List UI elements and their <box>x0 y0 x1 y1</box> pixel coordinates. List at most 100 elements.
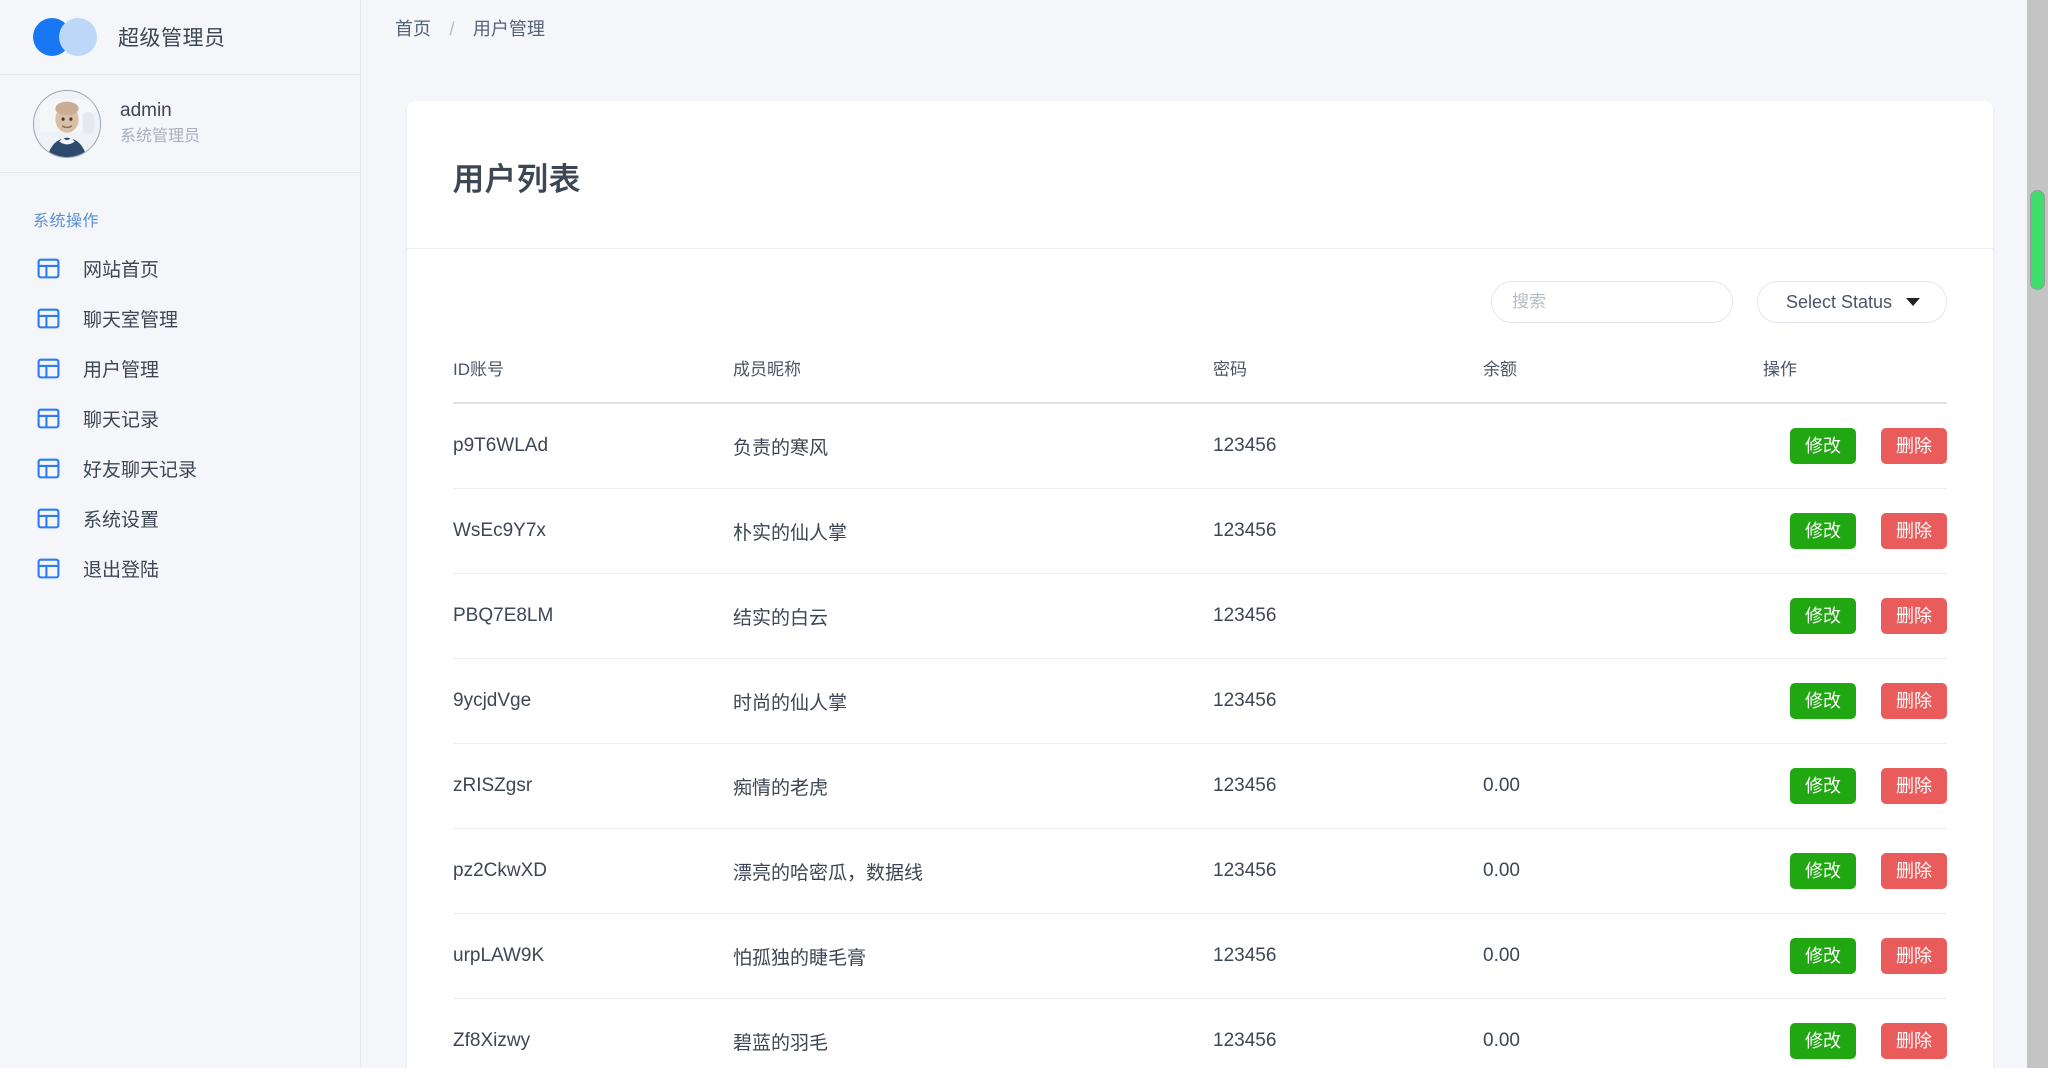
user-avatar-photo-icon <box>34 90 100 157</box>
table-row: 9ycjdVge 时尚的仙人掌 123456 修改 删除 <box>453 658 1947 744</box>
edit-button[interactable]: 修改 <box>1790 853 1856 889</box>
sidebar-item-user-management[interactable]: 用户管理 <box>0 343 360 393</box>
cell-balance: 0.00 <box>1483 913 1763 999</box>
cell-id: zRISZgsr <box>453 743 733 829</box>
cell-id: PBQ7E8LM <box>453 573 733 659</box>
layout-panel-icon <box>37 508 60 528</box>
cell-balance: 0.00 <box>1483 743 1763 829</box>
cell-nickname: 怕孤独的睫毛膏 <box>733 913 1213 999</box>
cell-password: 123456 <box>1213 998 1483 1068</box>
search-input[interactable] <box>1491 281 1733 323</box>
row-action-group: 修改 删除 <box>1763 768 1947 804</box>
edit-button[interactable]: 修改 <box>1790 938 1856 974</box>
cell-balance <box>1483 488 1763 574</box>
sidebar-item-logout[interactable]: 退出登陆 <box>0 543 360 593</box>
sidebar-item-label: 用户管理 <box>83 359 160 381</box>
layout-panel-icon <box>37 458 60 478</box>
cell-actions: 修改 删除 <box>1763 488 1947 574</box>
table-body: p9T6WLAd 负责的寒风 123456 修改 删除 WsEc9Y7x 朴实的仙人掌 123… <box>453 403 1947 1068</box>
profile-name: admin <box>120 99 172 121</box>
edit-button[interactable]: 修改 <box>1790 598 1856 634</box>
main-area: 首页 / 用户管理 用户列表 Select Status <box>361 0 2048 1068</box>
sidebar-item-label: 网站首页 <box>83 259 160 281</box>
table-row: Zf8Xizwy 碧蓝的羽毛 123456 0.00 修改 删除 <box>453 998 1947 1068</box>
row-action-group: 修改 删除 <box>1763 1023 1947 1059</box>
cell-id: p9T6WLAd <box>453 403 733 489</box>
sidebar-item-friend-chat-records[interactable]: 好友聊天记录 <box>0 443 360 493</box>
delete-button[interactable]: 删除 <box>1881 853 1947 889</box>
cell-nickname: 朴实的仙人掌 <box>733 488 1213 574</box>
cell-id: 9ycjdVge <box>453 658 733 744</box>
cell-actions: 修改 删除 <box>1763 828 1947 914</box>
row-action-group: 修改 删除 <box>1763 853 1947 889</box>
delete-button[interactable]: 删除 <box>1881 1023 1947 1059</box>
column-header-id: ID账号 <box>453 347 733 404</box>
cell-balance <box>1483 403 1763 489</box>
sidebar-item-chatroom-management[interactable]: 聊天室管理 <box>0 293 360 343</box>
cell-password: 123456 <box>1213 403 1483 489</box>
table-header-row: ID账号 成员昵称 密码 余额 操作 <box>453 347 1947 404</box>
cell-id: urpLAW9K <box>453 913 733 999</box>
edit-button[interactable]: 修改 <box>1790 683 1856 719</box>
column-header-nickname: 成员昵称 <box>733 347 1213 404</box>
delete-button[interactable]: 删除 <box>1881 598 1947 634</box>
column-header-balance: 余额 <box>1483 347 1763 404</box>
sidebar-item-chat-records[interactable]: 聊天记录 <box>0 393 360 443</box>
cell-balance <box>1483 573 1763 659</box>
table-row: p9T6WLAd 负责的寒风 123456 修改 删除 <box>453 403 1947 489</box>
layout-panel-icon <box>37 408 60 428</box>
user-profile[interactable]: admin 系统管理员 <box>0 75 360 173</box>
delete-button[interactable]: 删除 <box>1881 428 1947 464</box>
status-filter-select[interactable]: Select Status <box>1757 281 1947 323</box>
breadcrumb-home[interactable]: 首页 <box>395 19 431 39</box>
row-action-group: 修改 删除 <box>1763 513 1947 549</box>
breadcrumb-separator: / <box>449 19 455 39</box>
brand-header[interactable]: 超级管理员 <box>0 0 360 75</box>
cell-actions: 修改 删除 <box>1763 658 1947 744</box>
cell-balance: 0.00 <box>1483 998 1763 1068</box>
table-toolbar: Select Status <box>407 249 1993 347</box>
breadcrumb: 首页 / 用户管理 <box>395 15 545 41</box>
row-action-group: 修改 删除 <box>1763 683 1947 719</box>
delete-button[interactable]: 删除 <box>1881 768 1947 804</box>
page-title: 用户列表 <box>407 101 1993 249</box>
page-scrollbar-thumb[interactable] <box>2030 190 2045 290</box>
user-list-card: 用户列表 Select Status ID账号 成员昵称 密码 余 <box>407 101 1993 1068</box>
column-header-password: 密码 <box>1213 347 1483 404</box>
cell-password: 123456 <box>1213 743 1483 829</box>
sidebar-item-label: 好友聊天记录 <box>83 459 198 481</box>
profile-text: admin 系统管理员 <box>120 98 200 150</box>
delete-button[interactable]: 删除 <box>1881 938 1947 974</box>
two-circles-logo-icon <box>33 18 99 56</box>
sidebar-item-system-settings[interactable]: 系统设置 <box>0 493 360 543</box>
cell-password: 123456 <box>1213 828 1483 914</box>
sidebar-item-website-home[interactable]: 网站首页 <box>0 243 360 293</box>
edit-button[interactable]: 修改 <box>1790 513 1856 549</box>
cell-password: 123456 <box>1213 913 1483 999</box>
user-table: ID账号 成员昵称 密码 余额 操作 p9T6WLAd 负责的寒风 123456 修改… <box>453 347 1947 1068</box>
column-header-actions: 操作 <box>1763 347 1947 404</box>
cell-id: WsEc9Y7x <box>453 488 733 574</box>
chevron-down-icon <box>1906 298 1920 306</box>
cell-nickname: 痴情的老虎 <box>733 743 1213 829</box>
cell-actions: 修改 删除 <box>1763 573 1947 659</box>
delete-button[interactable]: 删除 <box>1881 513 1947 549</box>
edit-button[interactable]: 修改 <box>1790 1023 1856 1059</box>
layout-panel-icon <box>37 358 60 378</box>
cell-password: 123456 <box>1213 658 1483 744</box>
cell-actions: 修改 删除 <box>1763 913 1947 999</box>
table-row: zRISZgsr 痴情的老虎 123456 0.00 修改 删除 <box>453 743 1947 829</box>
profile-role: 系统管理员 <box>120 128 201 146</box>
table-row: pz2CkwXD 漂亮的哈密瓜，数据线 123456 0.00 修改 删除 <box>453 828 1947 914</box>
brand-title: 超级管理员 <box>118 27 226 50</box>
cell-nickname: 负责的寒风 <box>733 403 1213 489</box>
edit-button[interactable]: 修改 <box>1790 428 1856 464</box>
app-root: 超级管理员 admin 系统管理员 系统操作 网站首页 聊天室管理 用户管理 聊… <box>0 0 2048 1068</box>
row-action-group: 修改 删除 <box>1763 598 1947 634</box>
cell-actions: 修改 删除 <box>1763 998 1947 1068</box>
sidebar-item-label: 聊天记录 <box>83 409 160 431</box>
page-scrollbar-track[interactable] <box>2027 0 2048 1068</box>
edit-button[interactable]: 修改 <box>1790 768 1856 804</box>
cell-id: pz2CkwXD <box>453 828 733 914</box>
delete-button[interactable]: 删除 <box>1881 683 1947 719</box>
